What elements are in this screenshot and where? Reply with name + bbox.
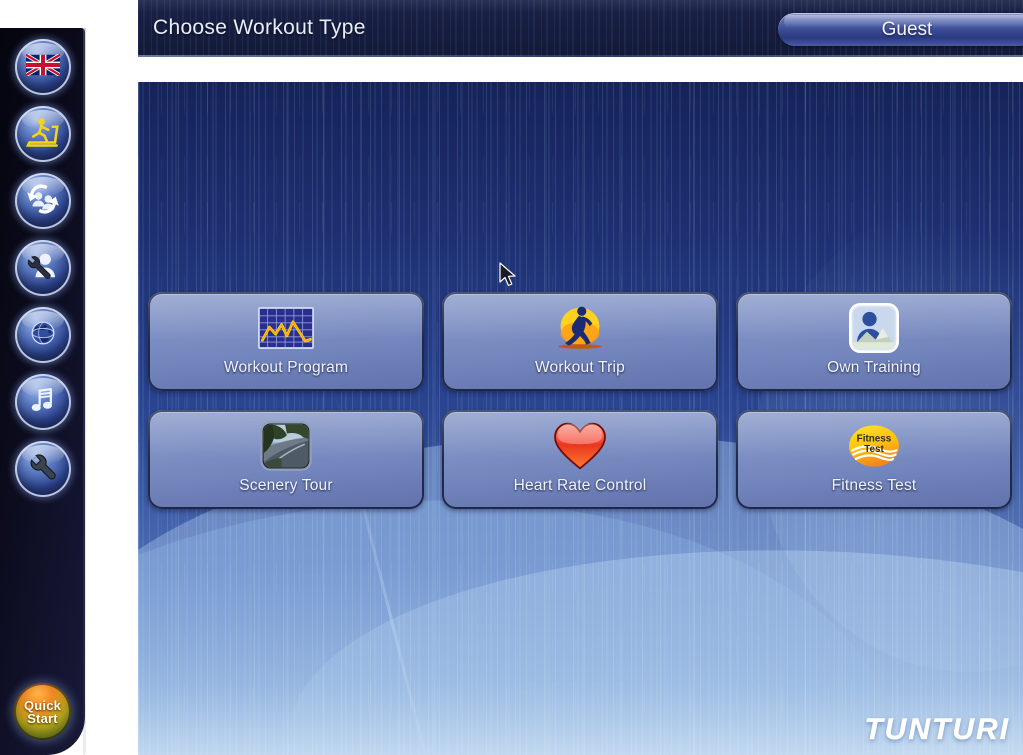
sidebar-item-change-user[interactable] bbox=[14, 173, 71, 229]
console-screen: Quick Start Choose Workout Type Guest Wo… bbox=[0, 0, 1023, 755]
sidebar-item-music[interactable] bbox=[14, 374, 71, 430]
page-title: Choose Workout Type bbox=[153, 16, 366, 39]
tile-own-training[interactable]: Own Training bbox=[736, 292, 1012, 391]
brand-logo: TUNTURI bbox=[864, 713, 1010, 746]
tile-label: Heart Rate Control bbox=[513, 477, 647, 494]
user-profile-label: Guest bbox=[881, 18, 933, 40]
sidebar-item-settings[interactable] bbox=[14, 441, 71, 497]
tile-label: Own Training bbox=[827, 359, 921, 376]
sidebar-item-internet[interactable] bbox=[14, 307, 71, 363]
sidebar-icon-list bbox=[0, 28, 85, 497]
tile-workout-program[interactable]: Workout Program bbox=[148, 292, 424, 391]
wrench-icon bbox=[27, 451, 59, 488]
person-landscape-icon bbox=[849, 301, 899, 355]
workout-type-grid: Workout Program Workout Trip Own Trainin… bbox=[148, 292, 1023, 509]
music-note-icon bbox=[28, 384, 58, 421]
user-switch-icon bbox=[25, 183, 61, 220]
header-bar: Choose Workout Type Guest bbox=[138, 0, 1023, 57]
fitness-badge-line2: Test bbox=[864, 444, 884, 455]
background-curve-2 bbox=[138, 467, 917, 755]
tile-workout-trip[interactable]: Workout Trip bbox=[442, 292, 718, 391]
treadmill-icon bbox=[25, 116, 61, 153]
tile-fitness-test[interactable]: Fitness Test Fitness Test bbox=[736, 410, 1012, 509]
tile-label: Scenery Tour bbox=[239, 477, 333, 494]
tile-heart-rate-control[interactable]: Heart Rate Control bbox=[442, 410, 718, 509]
sidebar-item-workout[interactable] bbox=[14, 106, 71, 162]
quick-start-line1: Quick bbox=[23, 697, 62, 713]
user-wrench-icon bbox=[25, 250, 61, 287]
globe-icon bbox=[26, 316, 60, 355]
main-content-panel: Workout Program Workout Trip Own Trainin… bbox=[138, 82, 1023, 755]
runner-sun-icon bbox=[550, 301, 610, 355]
user-profile-button[interactable]: Guest bbox=[778, 13, 1023, 46]
fitness-badge-line1: Fitness bbox=[857, 434, 892, 445]
road-photo-icon bbox=[260, 419, 312, 473]
chart-grid-icon bbox=[258, 301, 314, 355]
uk-flag-icon bbox=[24, 52, 61, 81]
heart-icon bbox=[552, 419, 608, 473]
tile-scenery-tour[interactable]: Scenery Tour bbox=[148, 410, 424, 509]
tile-label: Fitness Test bbox=[831, 477, 917, 494]
quick-start-line2: Start bbox=[27, 710, 58, 726]
sidebar: Quick Start bbox=[0, 28, 86, 755]
sidebar-item-user-settings[interactable] bbox=[14, 240, 71, 296]
tile-label: Workout Program bbox=[223, 359, 349, 376]
tile-label: Workout Trip bbox=[535, 359, 625, 376]
quick-start-button[interactable]: Quick Start bbox=[14, 683, 71, 740]
sidebar-item-language[interactable] bbox=[14, 39, 71, 95]
fitness-test-badge-icon: Fitness Test bbox=[843, 419, 905, 473]
